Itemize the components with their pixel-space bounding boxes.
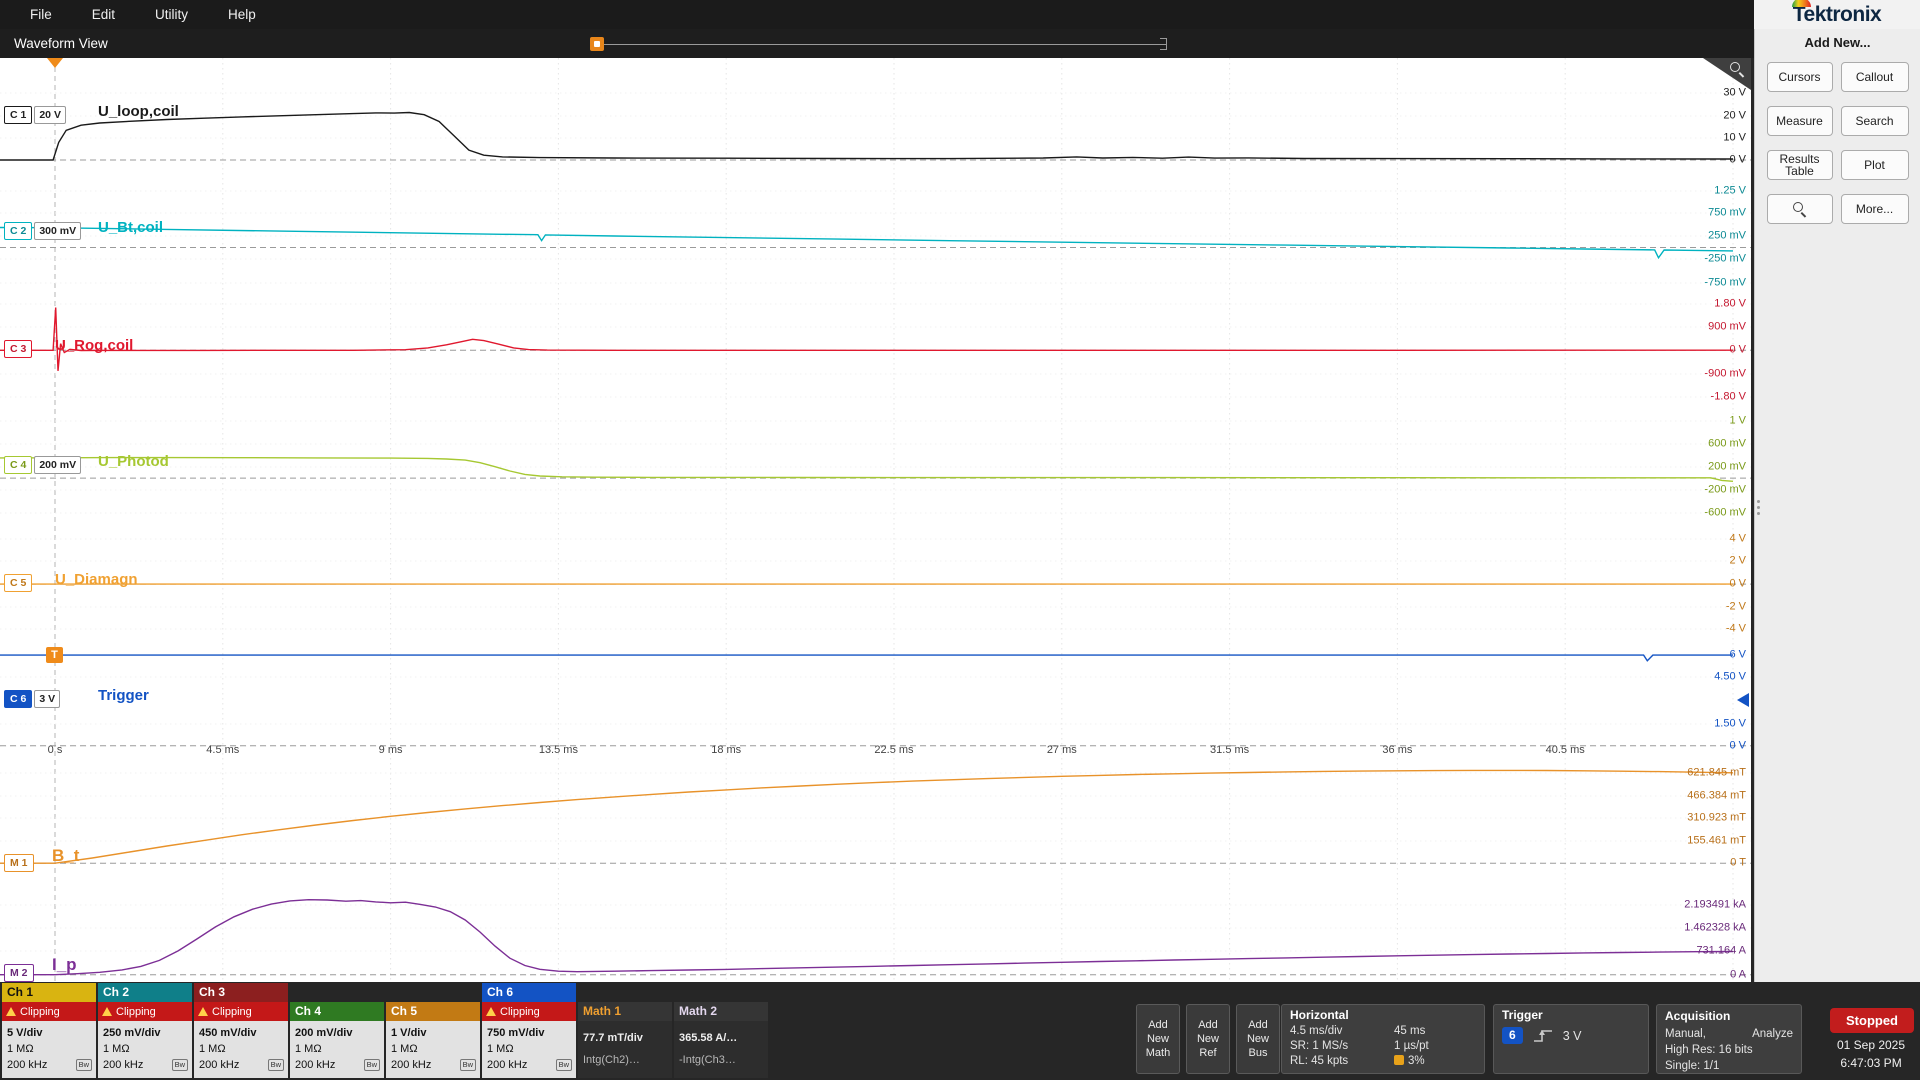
plot-button[interactable]: Plot	[1841, 150, 1909, 180]
bandwidth-icon: Bw	[364, 1059, 380, 1071]
horizontal-row-value: 1 µs/pt	[1394, 1039, 1476, 1054]
badge-title: Ch 6	[482, 983, 576, 1002]
magnifier-icon	[1730, 62, 1744, 76]
badge-title: Math 2	[674, 1002, 768, 1021]
acquisition-analyze: Analyze	[1752, 1026, 1793, 1042]
rising-edge-icon	[1532, 1028, 1554, 1044]
status-time: 6:47:03 PM	[1824, 1056, 1918, 1070]
bandwidth-icon: Bw	[76, 1059, 92, 1071]
trigger-level-value: 3 V	[1563, 1029, 1582, 1043]
clipping-warning: Clipping	[482, 1002, 576, 1021]
trigger-title: Trigger	[1502, 1008, 1640, 1022]
more-button[interactable]: More...	[1841, 194, 1909, 224]
trigger-position-icon[interactable]	[47, 58, 63, 68]
warning-icon	[486, 1007, 496, 1016]
waveform-view-titlebar: Waveform View	[0, 29, 1754, 58]
overview-bar-end-bracket	[1160, 38, 1167, 50]
trigger-marker[interactable]: T	[46, 647, 63, 663]
acquisition-resolution: High Res: 16 bits	[1665, 1042, 1793, 1058]
trace-c-6	[0, 655, 1733, 661]
badge-math-2[interactable]: Math 2365.58 A/…-Intg(Ch3…	[674, 983, 768, 1078]
horizontal-row-label: RL: 45 kpts	[1290, 1054, 1394, 1069]
clipping-warning: Clipping	[194, 1002, 288, 1021]
add-new-math-button[interactable]: Add New Math	[1136, 1004, 1180, 1074]
badge-title: Ch 3	[194, 983, 288, 1002]
results-table-button[interactable]: Results Table	[1767, 150, 1833, 180]
badge-ch-4[interactable]: Ch 4200 mV/div1 MΩ200 kHzBw	[290, 983, 384, 1078]
bottom-bar: Ch 1Clipping5 V/div1 MΩ200 kHzBwCh 2Clip…	[0, 982, 1920, 1080]
callout-button[interactable]: Callout	[1841, 62, 1909, 92]
trigger-source-badge: 6	[1502, 1027, 1523, 1044]
warning-icon	[6, 1007, 16, 1016]
trace-c-4	[0, 458, 1733, 482]
right-control-panel: Add New... Cursors Callout Measure Search Re…	[1754, 29, 1920, 982]
compression-icon	[1394, 1055, 1404, 1065]
warning-icon	[198, 1007, 208, 1016]
badge-title: Math 1	[578, 1002, 672, 1021]
search-button[interactable]: Search	[1841, 106, 1909, 136]
acquisition-title: Acquisition	[1665, 1008, 1793, 1024]
overview-bar[interactable]	[600, 44, 1166, 45]
expansion-point-icon[interactable]	[590, 37, 604, 51]
menu-help[interactable]: Help	[228, 7, 256, 22]
add-new-ref-button[interactable]: Add New Ref	[1186, 1004, 1230, 1074]
tektronix-logo: Tektronix	[1793, 3, 1881, 27]
add-new-bus-button[interactable]: Add New Bus	[1236, 1004, 1280, 1074]
menu-utility[interactable]: Utility	[155, 7, 188, 22]
bandwidth-icon: Bw	[268, 1059, 284, 1071]
trigger-level-icon[interactable]	[1737, 693, 1749, 707]
horizontal-panel[interactable]: Horizontal 4.5 ms/div45 msSR: 1 MS/s1 µs…	[1281, 1004, 1485, 1074]
logo-swoosh-icon	[1792, 0, 1811, 7]
badge-ch-3[interactable]: Ch 3Clipping450 mV/div1 MΩ200 kHzBw	[194, 983, 288, 1078]
trace-m-2	[0, 900, 1733, 975]
acquisition-mode: Manual,	[1665, 1026, 1706, 1042]
trigger-panel[interactable]: Trigger 6 3 V	[1493, 1004, 1649, 1074]
badge-title: Ch 5	[386, 1002, 480, 1021]
badge-title: Ch 2	[98, 983, 192, 1002]
status-date: 01 Sep 2025	[1824, 1038, 1918, 1052]
bandwidth-icon: Bw	[556, 1059, 572, 1071]
trace-c-3	[0, 308, 1733, 371]
clipping-warning: Clipping	[2, 1002, 96, 1021]
badge-title: Ch 1	[2, 983, 96, 1002]
trace-c-2	[0, 224, 1733, 258]
waveform-view-title: Waveform View	[14, 36, 108, 51]
magnifier-icon	[1793, 202, 1807, 216]
menu-edit[interactable]: Edit	[92, 7, 115, 22]
badge-title: Ch 4	[290, 1002, 384, 1021]
trace-c-1	[0, 113, 1733, 161]
waveform-display: 30 V20 V10 V0 VC 120 VU_loop,coil1.25 V7…	[0, 58, 1751, 982]
acquisition-panel[interactable]: Acquisition Manual, Analyze High Res: 16…	[1656, 1004, 1802, 1074]
horizontal-row-label: SR: 1 MS/s	[1290, 1039, 1394, 1054]
horizontal-row-value: 3%	[1394, 1054, 1476, 1069]
menu-file[interactable]: File	[30, 7, 52, 22]
zoom-button[interactable]	[1767, 194, 1833, 224]
measure-button[interactable]: Measure	[1767, 106, 1833, 136]
panel-divider-handle[interactable]	[1757, 497, 1760, 518]
acquisition-single: Single: 1/1	[1665, 1058, 1793, 1074]
menu-bar: File Edit Utility Help	[0, 0, 1754, 29]
warning-icon	[102, 1007, 112, 1016]
brand-area: Tektronix	[1754, 0, 1920, 29]
horizontal-row-label: 4.5 ms/div	[1290, 1024, 1394, 1039]
horizontal-row-value: 45 ms	[1394, 1024, 1476, 1039]
horizontal-title: Horizontal	[1290, 1008, 1476, 1022]
bandwidth-icon: Bw	[460, 1059, 476, 1071]
badge-ch-1[interactable]: Ch 1Clipping5 V/div1 MΩ200 kHzBw	[2, 983, 96, 1078]
badge-ch-6[interactable]: Ch 6Clipping750 mV/div1 MΩ200 kHzBw	[482, 983, 576, 1078]
run-stop-status[interactable]: Stopped	[1830, 1008, 1914, 1033]
bandwidth-icon: Bw	[172, 1059, 188, 1071]
waveform-canvas	[0, 58, 1751, 982]
badge-math-1[interactable]: Math 177.7 mT/divIntg(Ch2)…	[578, 983, 672, 1078]
cursors-button[interactable]: Cursors	[1767, 62, 1833, 92]
add-new-header: Add New...	[1755, 35, 1920, 50]
clipping-warning: Clipping	[98, 1002, 192, 1021]
badge-ch-5[interactable]: Ch 51 V/div1 MΩ200 kHzBw	[386, 983, 480, 1078]
badge-ch-2[interactable]: Ch 2Clipping250 mV/div1 MΩ200 kHzBw	[98, 983, 192, 1078]
trace-m-1	[0, 770, 1733, 863]
